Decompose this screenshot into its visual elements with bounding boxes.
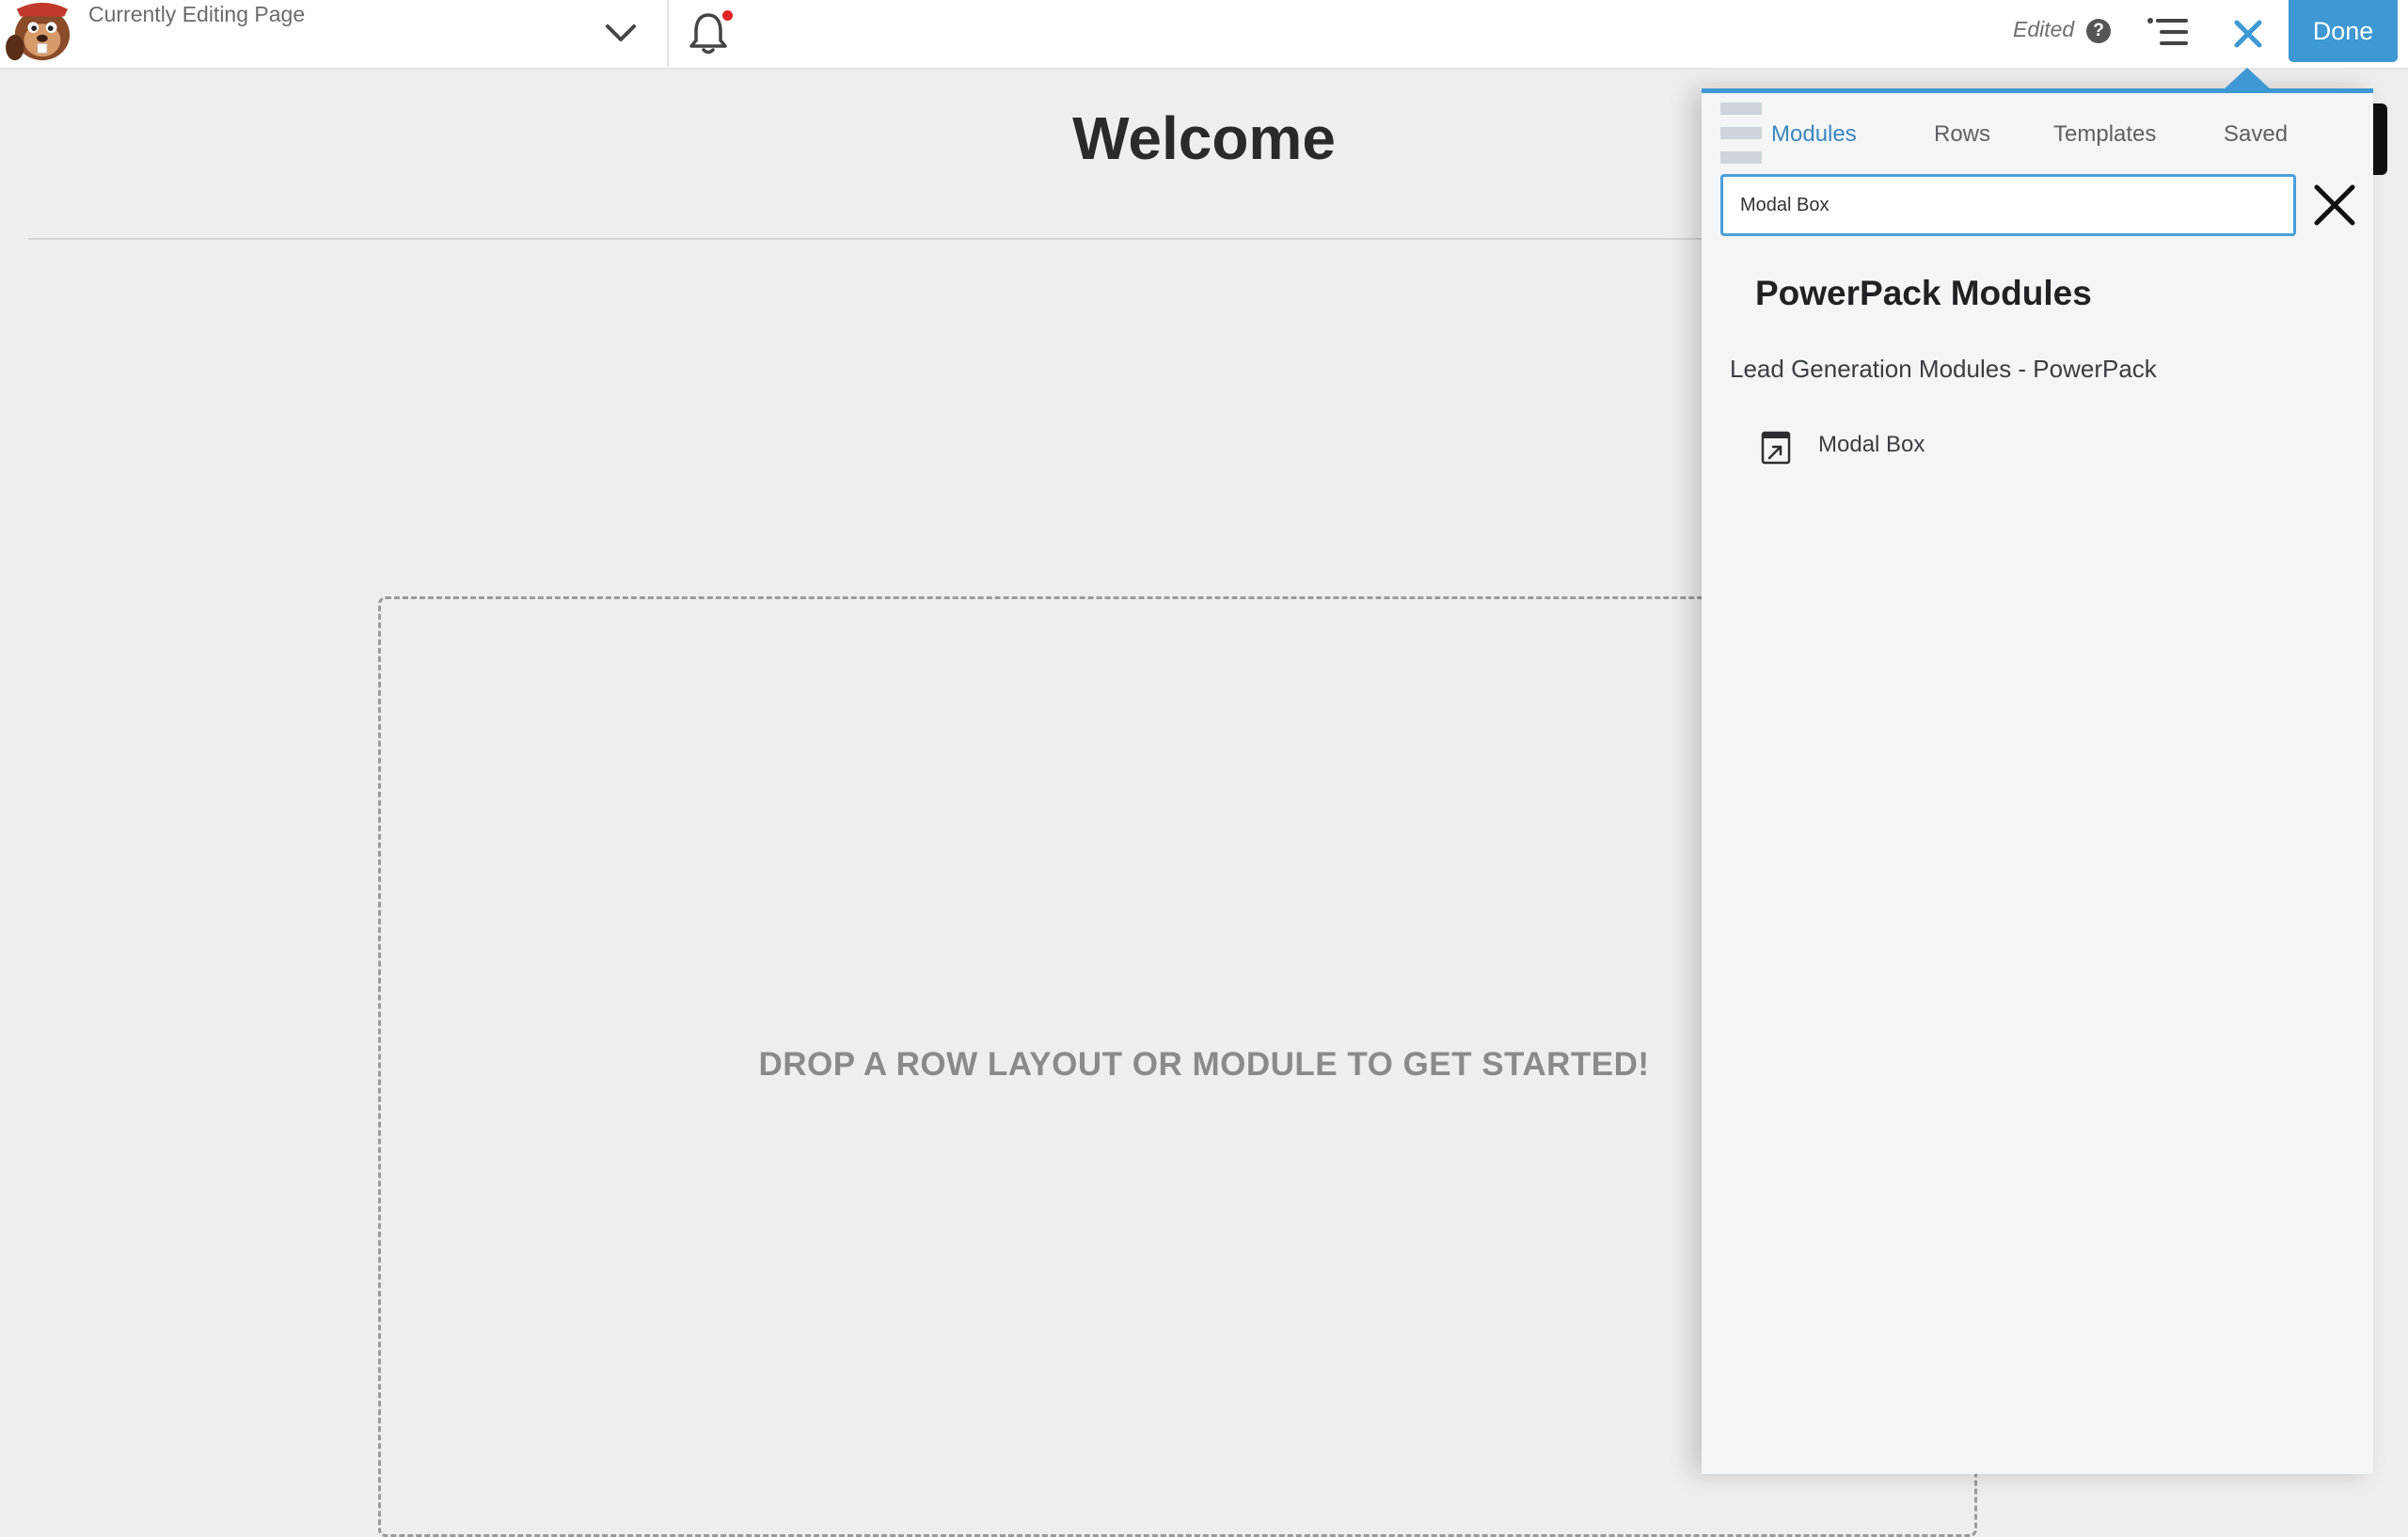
module-group-title: PowerPack Modules [1755,274,2092,312]
close-panel-icon[interactable] [2227,13,2269,55]
modal-box-icon [1761,431,1791,465]
notification-badge [722,10,733,21]
top-bar: Currently Editing Page Edited ? Done [0,0,2408,70]
title-divider [28,238,1721,240]
content-panel: Modules Rows Templates Saved PowerPack M… [1702,88,2373,1474]
outline-list-icon[interactable] [2145,13,2192,51]
currently-editing-label: Currently Editing Page [88,2,306,26]
tab-templates[interactable]: Templates [2053,118,2156,151]
module-search-input[interactable] [1720,174,2296,236]
beaver-builder-logo-icon [6,2,71,61]
help-icon[interactable]: ? [2086,19,2111,43]
tab-rows[interactable]: Rows [1934,118,1990,151]
module-item-label: Modal Box [1818,432,1925,457]
topbar-divider [667,0,669,70]
tab-saved[interactable]: Saved [2224,118,2288,151]
tab-modules[interactable]: Modules [1771,118,1857,151]
clear-search-icon[interactable] [2309,180,2360,230]
done-button[interactable]: Done [2289,0,2398,62]
module-item-modal-box[interactable]: Modal Box [1749,422,1993,469]
module-category-title: Lead Generation Modules - PowerPack [1730,355,2157,383]
edited-status: Edited [2013,17,2075,41]
chevron-down-icon[interactable] [598,17,643,51]
panel-caret [2223,68,2272,90]
panel-tabs: Modules Rows Templates Saved [1702,118,2373,155]
